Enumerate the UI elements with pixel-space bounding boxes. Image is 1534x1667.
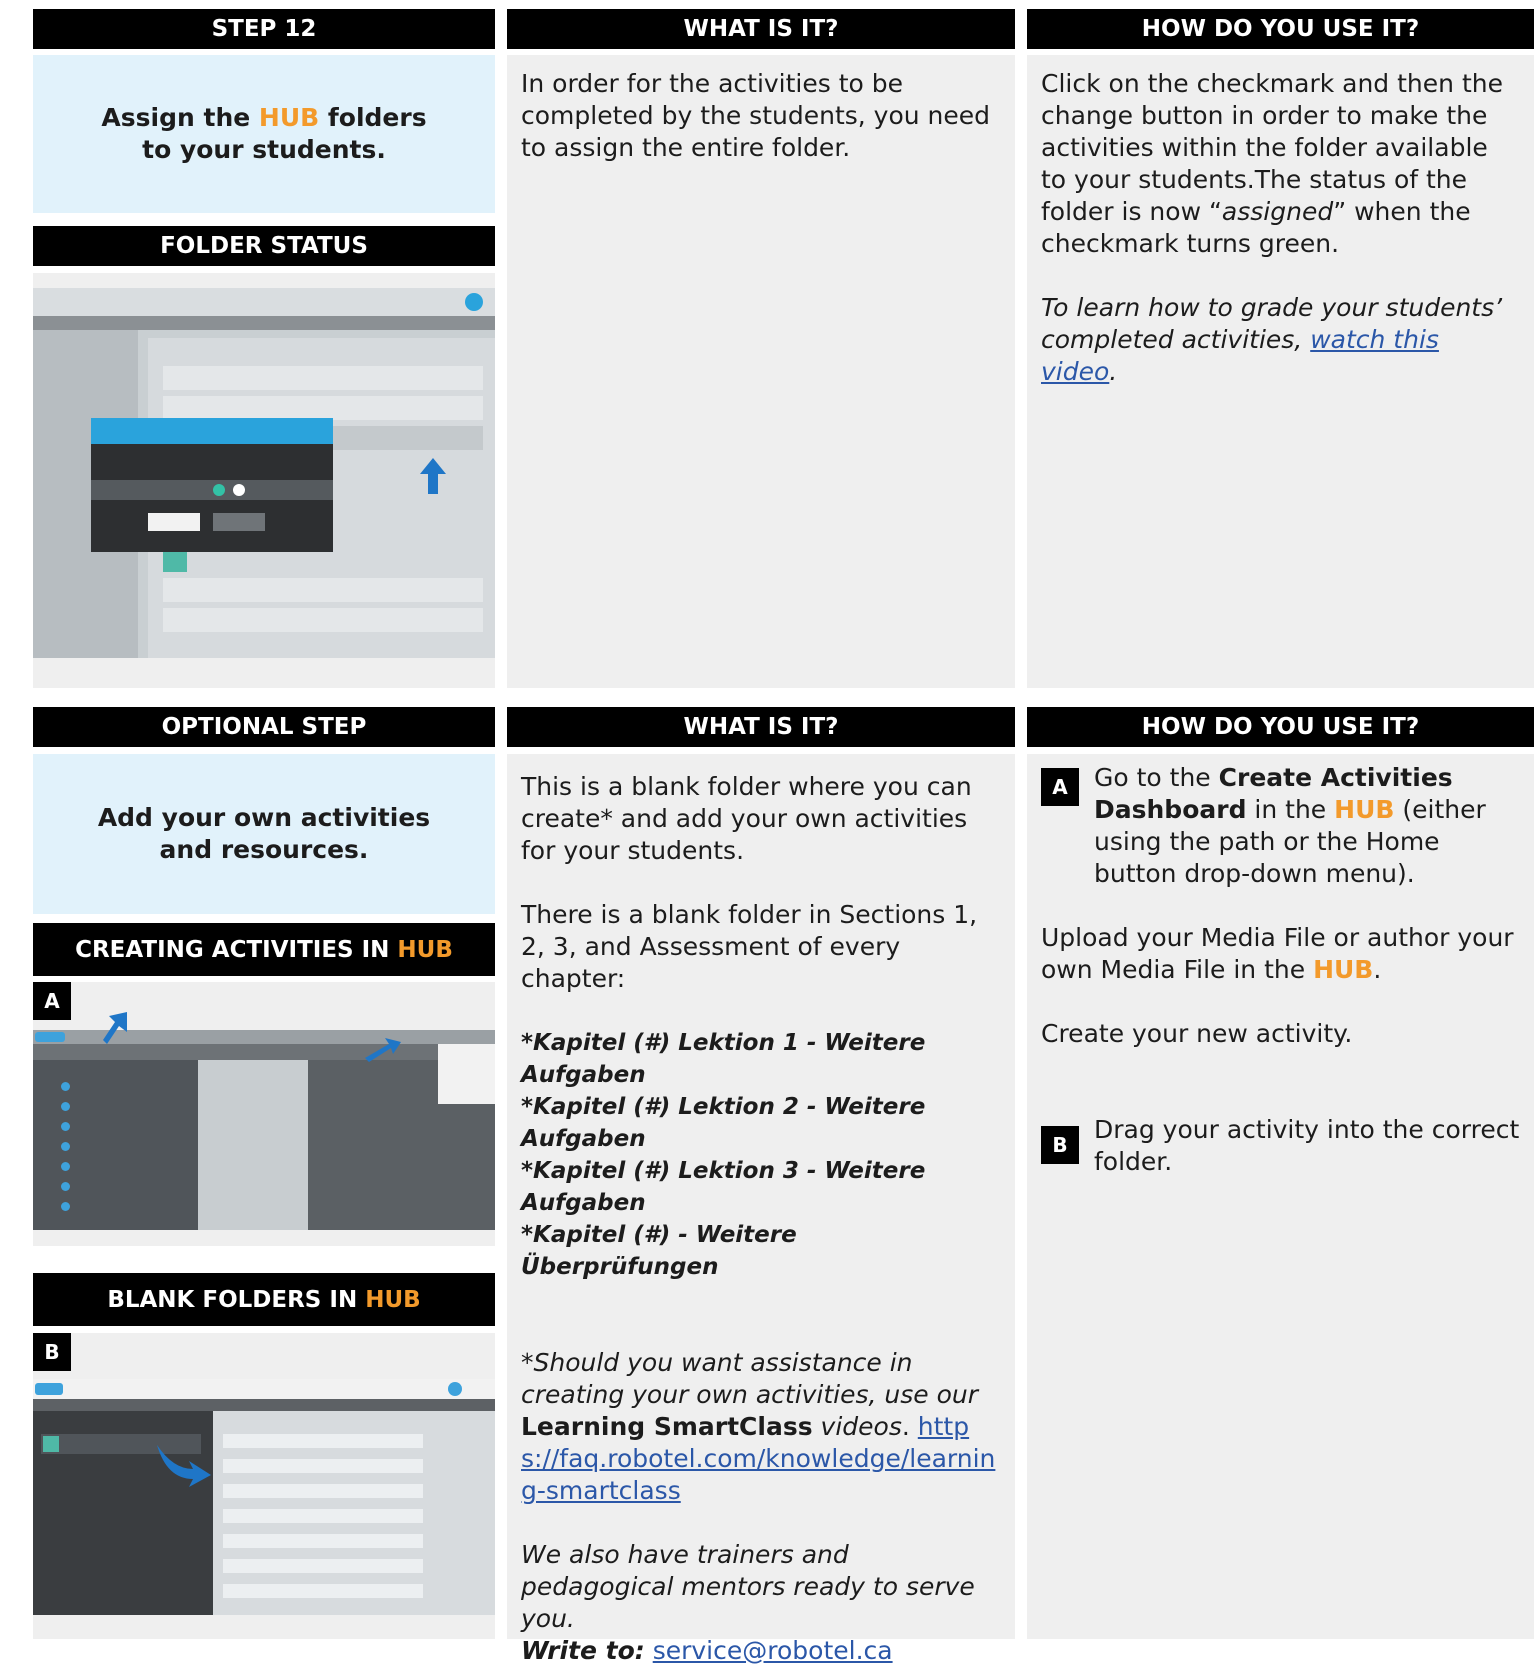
step-12-title: Assign the HUB folders to your students. bbox=[33, 55, 495, 213]
how-header-bottom: HOW DO YOU USE IT? bbox=[1027, 707, 1534, 747]
what-is-it-text-top: In order for the activities to be comple… bbox=[521, 69, 991, 162]
creating-activities-panel: A bbox=[33, 982, 495, 1246]
arrow-icon bbox=[365, 1038, 401, 1062]
create-activity-text: Create your new activity. bbox=[1041, 1019, 1353, 1048]
step-a-text: Go to the Create Activities Dashboard in… bbox=[1094, 763, 1486, 888]
step-12-header: STEP 12 bbox=[33, 9, 495, 49]
what-is-it-header-bottom: WHAT IS IT? bbox=[507, 707, 1015, 747]
write-to-line: Write to: service@robotel.ca bbox=[521, 1636, 893, 1665]
folder-status-header: FOLDER STATUS bbox=[33, 226, 495, 266]
trainers-note: We also have trainers and pedagogical me… bbox=[521, 1540, 975, 1633]
how-text-top: Click on the checkmark and then the chan… bbox=[1041, 69, 1503, 258]
what-is-it-header-top: WHAT IS IT? bbox=[507, 9, 1015, 49]
blank-folder-description: This is a blank folder where you can cre… bbox=[521, 772, 972, 865]
grading-note: To learn how to grade your students’ com… bbox=[1041, 293, 1503, 386]
badge-a: A bbox=[1041, 768, 1079, 806]
step-b-text: Drag your activity into the correct fold… bbox=[1094, 1115, 1520, 1176]
blank-folder-locations: There is a blank folder in Sections 1, 2… bbox=[521, 900, 978, 993]
folder-list-item: *Kapitel (#) Lektion 2 - Weitere Aufgabe… bbox=[521, 1094, 926, 1152]
how-panel-top: Click on the checkmark and then the chan… bbox=[1027, 55, 1534, 688]
upload-text: Upload your Media File or author your ow… bbox=[1041, 923, 1514, 984]
arrow-icon bbox=[103, 1012, 127, 1044]
blank-folders-panel: B bbox=[33, 1333, 495, 1639]
what-is-it-panel-bottom: This is a blank folder where you can cre… bbox=[507, 754, 1015, 1665]
folder-status-panel bbox=[33, 273, 495, 688]
optional-step-title: Add your own activities and resources. bbox=[33, 754, 495, 914]
folder-list-item: *Kapitel (#) - Weitere Überprüfungen bbox=[521, 1222, 797, 1280]
folder-list-item: *Kapitel (#) Lektion 1 - Weitere Aufgabe… bbox=[521, 1030, 926, 1088]
how-panel-bottom: A Go to the Create Activities Dashboard … bbox=[1027, 754, 1534, 1639]
email-link[interactable]: service@robotel.ca bbox=[653, 1636, 893, 1665]
badge-a-image: A bbox=[33, 982, 71, 1020]
badge-b: B bbox=[1041, 1126, 1079, 1164]
arrow-up-icon bbox=[420, 458, 446, 494]
folder-list: *Kapitel (#) Lektion 1 - Weitere Aufgabe… bbox=[521, 1027, 1001, 1283]
blank-folders-screenshot bbox=[33, 1379, 495, 1615]
assistance-note: *Should you want assistance in creating … bbox=[521, 1348, 996, 1505]
folder-status-screenshot bbox=[33, 288, 495, 658]
creating-activities-header: CREATING ACTIVITIES IN HUB bbox=[33, 923, 495, 976]
how-header-top: HOW DO YOU USE IT? bbox=[1027, 9, 1534, 49]
blank-folders-header: BLANK FOLDERS IN HUB bbox=[33, 1273, 495, 1326]
what-is-it-panel-top: In order for the activities to be comple… bbox=[507, 55, 1015, 688]
folder-list-item: *Kapitel (#) Lektion 3 - Weitere Aufgabe… bbox=[521, 1158, 926, 1216]
badge-b-image: B bbox=[33, 1333, 71, 1371]
arrow-icon bbox=[157, 1445, 211, 1487]
optional-step-header: OPTIONAL STEP bbox=[33, 707, 495, 747]
create-activities-screenshot bbox=[33, 1030, 495, 1230]
